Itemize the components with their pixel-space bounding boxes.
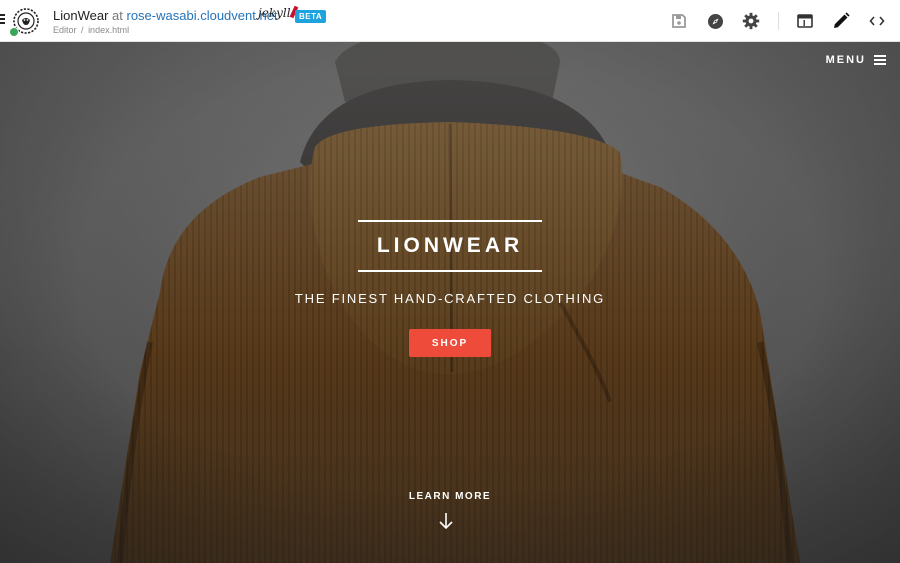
editor-toolbar: LionWear at rose-wasabi.cloudvent.net je… <box>0 0 900 42</box>
gear-icon <box>742 12 760 30</box>
hero-tagline: THE FINEST HAND-CRAFTED CLOTHING <box>294 291 606 306</box>
settings-button[interactable] <box>741 11 761 31</box>
jekyll-logo-icon: jekyll <box>258 5 298 20</box>
breadcrumb-file: index.html <box>88 25 130 35</box>
code-icon <box>869 16 885 26</box>
site-title: LionWear at rose-wasabi.cloudvent.net <box>53 8 278 23</box>
pencil-icon <box>834 12 850 28</box>
menu-label: MENU <box>825 54 866 66</box>
site-domain-link[interactable]: rose-wasabi.cloudvent.net <box>127 8 278 23</box>
breadcrumb-separator: / <box>81 25 84 35</box>
breadcrumb-editor[interactable]: Editor <box>53 25 77 35</box>
breadcrumb: Editor / index.html <box>53 25 129 35</box>
site-at-label: at <box>112 8 123 23</box>
arrow-down-icon[interactable] <box>438 512 454 530</box>
site-name: LionWear <box>53 8 109 23</box>
explore-button[interactable] <box>705 11 725 31</box>
site-avatar[interactable] <box>9 6 41 37</box>
status-ok-icon <box>9 27 19 37</box>
save-icon <box>672 14 686 28</box>
menu-button[interactable]: MENU <box>826 53 886 67</box>
layout-icon <box>797 14 813 28</box>
brand-title-box: LIONWEAR <box>358 220 542 272</box>
toolbar-divider <box>778 12 779 30</box>
shop-button[interactable]: SHOP <box>409 329 491 357</box>
save-button[interactable] <box>669 11 689 31</box>
menu-icon <box>874 53 886 67</box>
source-editor-button[interactable] <box>867 11 887 31</box>
brand-title: LIONWEAR <box>376 234 524 257</box>
beta-badge: BETA <box>295 10 327 23</box>
visual-editor-button[interactable] <box>795 11 815 31</box>
learn-more-link[interactable]: LEARN MORE <box>0 491 900 502</box>
compass-icon <box>707 13 723 29</box>
content-editor-button[interactable] <box>831 11 851 31</box>
sidebar-menu-icon[interactable] <box>0 14 5 26</box>
hero-section: MENU LIONWEAR THE FINEST HAND-CRAFTED CL… <box>0 42 900 563</box>
